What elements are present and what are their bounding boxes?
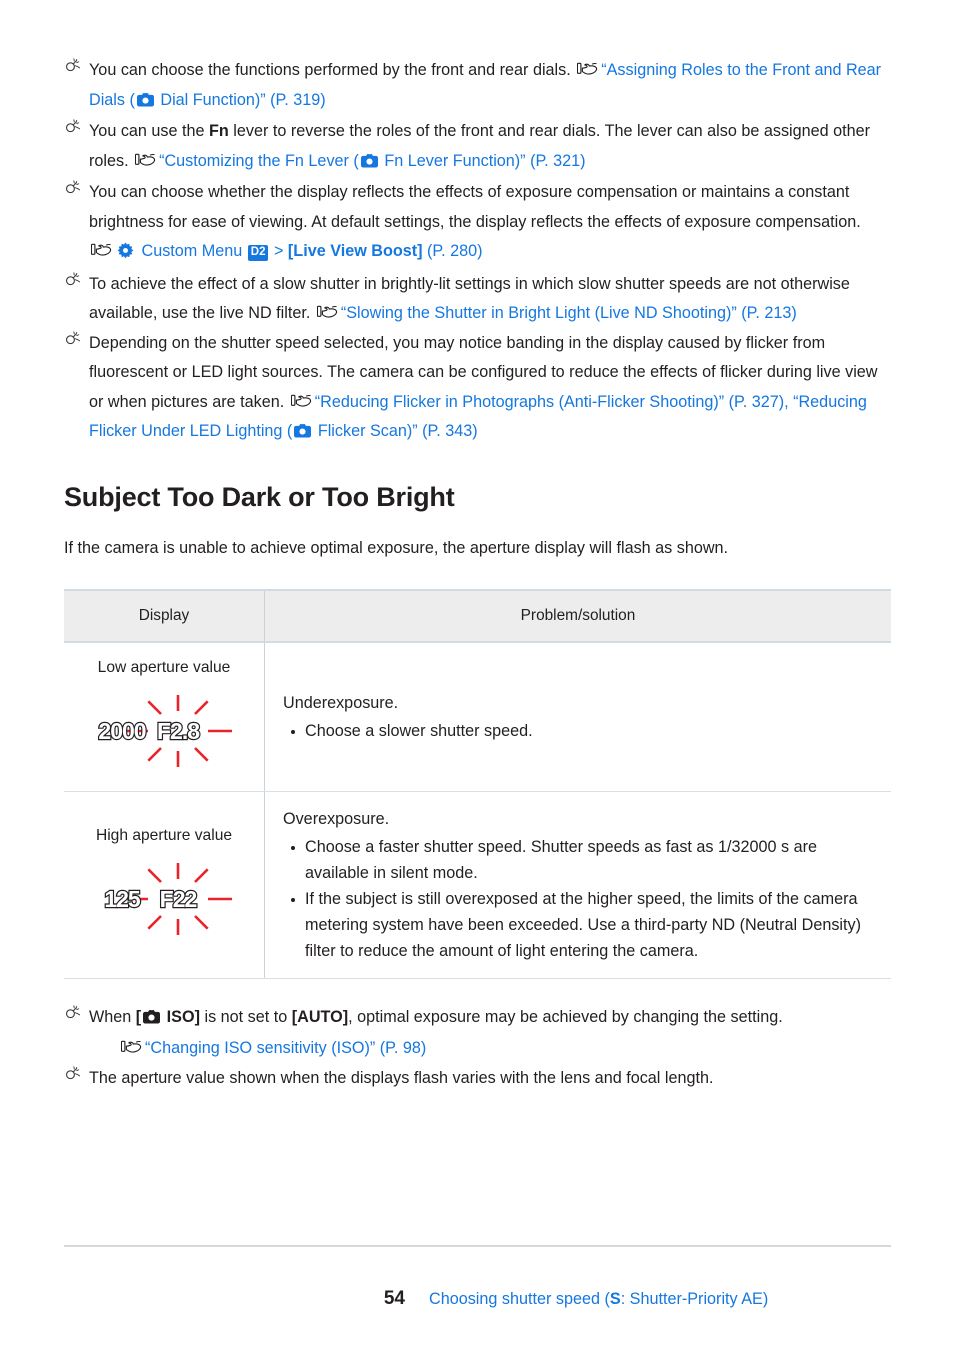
pointing-hand-icon (290, 393, 312, 408)
tip-bulb-icon (64, 330, 84, 352)
footer-title-post: : Shutter-Priority AE) (620, 1290, 769, 1308)
solution-bullet: Choose a slower shutter speed. (291, 718, 881, 744)
tip-bulb-icon (64, 57, 84, 79)
table-body: Low aperture value 2000 F2.8 Underexposure.… (64, 641, 891, 979)
footer-chapter-title: Choosing shutter speed (S: Shutter-Prior… (429, 1290, 768, 1309)
body-text: You can choose whether the display refle… (89, 183, 861, 231)
pointing-hand-icon (316, 304, 338, 319)
footer-title-mode: S (609, 1290, 621, 1308)
page-title: Subject Too Dark or Too Bright (64, 481, 455, 512)
tip-item-fn-lever: You can use the Fn lever to reverse the … (64, 117, 890, 178)
camera-icon (360, 149, 378, 179)
tip-item-dials: You can choose the functions performed b… (64, 56, 890, 117)
cross-reference-link[interactable]: Fn Lever Function)” (P. 321) (380, 152, 585, 170)
section-lead-paragraph: If the camera is unable to achieve optim… (64, 538, 729, 557)
cross-reference-link[interactable]: Custom Menu (137, 242, 247, 260)
display-label: Low aperture value (97, 658, 231, 676)
table-row: High aperture value 125 F22 Overexposure. Ch… (64, 791, 891, 979)
pointing-hand-icon (135, 152, 156, 167)
cross-reference-link-bold[interactable]: [Live View Boost] (288, 242, 423, 260)
emphasis-text: Fn (209, 122, 229, 140)
tips-bottom-list: When [ ISO] is not set to [AUTO], optima… (64, 1003, 890, 1094)
body-text: You can choose the functions performed b… (89, 61, 576, 79)
page-number: 54 (383, 1288, 405, 1309)
solution-list: Choose a slower shutter speed. (283, 718, 881, 744)
solution-cell: Overexposure. Choose a faster shutter spe… (264, 791, 891, 979)
display-label: High aperture value (95, 826, 233, 844)
document-page: You can choose the functions performed b… (0, 0, 954, 1354)
footer-title-pre: Choosing shutter speed ( (429, 1290, 610, 1308)
svg-text:F22: F22 (160, 886, 197, 912)
svg-text:2000: 2000 (98, 718, 145, 744)
cross-reference-link[interactable]: Flicker Scan)” (P. 343) (313, 422, 478, 440)
solution-cell: Underexposure. Choose a slower shutter sp… (264, 641, 891, 792)
solution-list: Choose a faster shutter speed. Shutter s… (283, 834, 881, 964)
cross-reference-link[interactable]: “Changing ISO sensitivity (ISO)” (P. 98) (145, 1039, 426, 1057)
camera-icon (143, 1005, 161, 1035)
tip-bulb-icon (64, 1004, 84, 1026)
tip-bulb-icon (64, 118, 84, 140)
pointing-hand-icon (577, 61, 598, 76)
column-header-problem-solution: Problem/solution (264, 588, 891, 643)
flashing-aperture-display: 2000 F2.8 (70, 687, 258, 775)
solution-title: Overexposure. (283, 809, 390, 828)
svg-text:F2.8: F2.8 (157, 718, 200, 744)
camera-icon (294, 419, 312, 449)
display-problem-solution-table: Display Problem/solution Low aperture va… (64, 588, 891, 979)
tip-bulb-icon (64, 179, 84, 201)
body-text: is not set to (199, 1007, 292, 1026)
flashing-aperture-display: 125 F22 (70, 855, 258, 943)
emphasis-text: ISO] (162, 1007, 200, 1026)
tips-top-list: You can choose the functions performed b… (64, 56, 890, 449)
tip-item-flicker: Depending on the shutter speed selected,… (64, 329, 890, 449)
display-cell: Low aperture value 2000 F2.8 (64, 641, 265, 792)
svg-text:125: 125 (104, 886, 141, 912)
footer-divider (64, 1245, 891, 1247)
pointing-hand-icon (121, 1039, 142, 1054)
pointing-hand-icon (91, 242, 112, 257)
column-header-display: Display (64, 588, 265, 643)
solution-bullet: Choose a faster shutter speed. Shutter s… (291, 834, 881, 886)
body-text: You can use the (89, 122, 210, 140)
table-row: Low aperture value 2000 F2.8 Underexposure.… (64, 641, 891, 792)
emphasis-text: [ (135, 1007, 142, 1026)
camera-icon (136, 88, 154, 118)
emphasis-text: [AUTO] (291, 1007, 349, 1026)
cross-reference-link[interactable]: “Customizing the Fn Lever ( (159, 152, 359, 170)
tip-item-iso-auto: When [ ISO] is not set to [AUTO], optima… (64, 1003, 890, 1064)
menu-tab-badge: D2 (247, 245, 269, 261)
cross-reference-link[interactable]: > (269, 242, 287, 260)
body-text: , optimal exposure may be achieved by ch… (348, 1007, 783, 1026)
table-header: Display Problem/solution (64, 588, 891, 643)
tip-item-live-view-boost: You can choose whether the display refle… (64, 178, 890, 270)
cross-reference-link[interactable]: Dial Function)” (P. 319) (156, 91, 325, 109)
gear-icon (117, 240, 134, 270)
page-footer: 54 Choosing shutter speed (S: Shutter-Pr… (64, 1288, 891, 1310)
tip-item-aperture-varies: The aperture value shown when the displa… (64, 1064, 890, 1094)
tip-bulb-icon (64, 271, 84, 293)
body-text: The aperture value shown when the displa… (89, 1068, 714, 1087)
tip-bulb-icon (64, 1065, 84, 1087)
tip-item-live-nd: To achieve the effect of a slow shutter … (64, 270, 890, 329)
solution-bullet: If the subject is still overexposed at t… (291, 886, 881, 964)
display-cell: High aperture value 125 F22 (64, 791, 265, 979)
body-text: When (89, 1007, 136, 1026)
cross-reference-link[interactable]: “Slowing the Shutter in Bright Light (Li… (341, 304, 797, 322)
tip-subline-iso-auto: “Changing ISO sensitivity (ISO)” (P. 98) (89, 1034, 890, 1064)
cross-reference-link[interactable]: (P. 280) (423, 242, 483, 260)
table-header-row: Display Problem/solution (64, 588, 891, 643)
solution-title: Underexposure. (283, 693, 399, 712)
